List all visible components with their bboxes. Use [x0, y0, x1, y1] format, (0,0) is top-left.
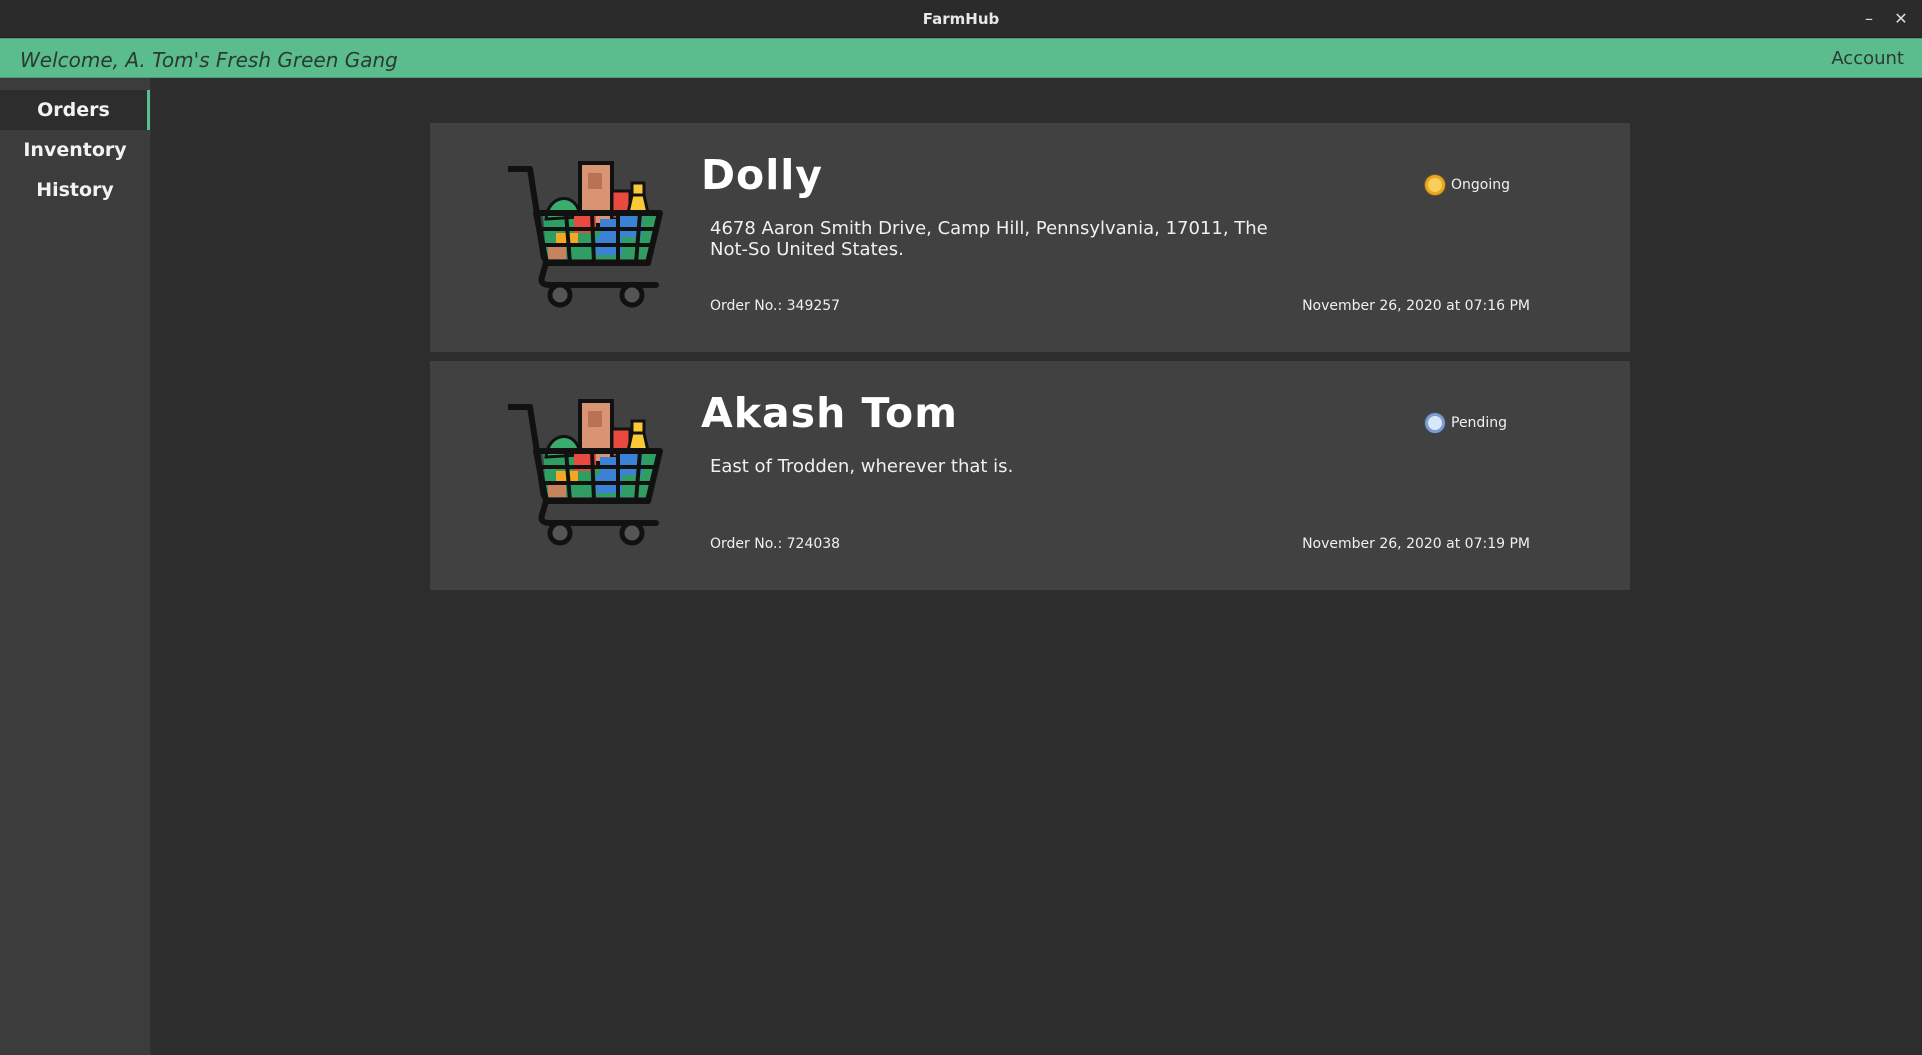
- shopping-cart-icon: [508, 399, 663, 546]
- order-card[interactable]: Dolly 4678 Aaron Smith Drive, Camp Hill,…: [430, 123, 1630, 352]
- order-number: Order No.: 349257: [710, 298, 841, 314]
- account-button[interactable]: Account: [1831, 39, 1904, 79]
- order-number: Order No.: 724038: [710, 536, 841, 552]
- welcome-message: Welcome, A. Tom's Fresh Green Gang: [20, 48, 398, 72]
- customer-name: Dolly: [701, 151, 824, 199]
- customer-name: Akash Tom: [701, 389, 958, 437]
- delivery-address: East of Trodden, wherever that is.: [710, 456, 1014, 477]
- order-date: November 26, 2020 at 07:16 PM: [1302, 298, 1530, 314]
- order-card[interactable]: Akash Tom East of Trodden, wherever that…: [430, 361, 1630, 590]
- window-titlebar: FarmHub – ✕: [0, 0, 1922, 38]
- status-indicator: Pending: [1425, 411, 1507, 435]
- sidebar-item-inventory[interactable]: Inventory: [0, 130, 150, 170]
- sidebar-item-history[interactable]: History: [0, 170, 150, 210]
- sidebar: Orders Inventory History: [0, 78, 151, 1055]
- sidebar-item-orders[interactable]: Orders: [0, 90, 150, 130]
- status-ongoing-icon: [1425, 175, 1445, 195]
- window-title: FarmHub: [922, 10, 1000, 28]
- minimize-button[interactable]: –: [1854, 0, 1884, 38]
- close-button[interactable]: ✕: [1886, 0, 1916, 38]
- status-label: Ongoing: [1451, 177, 1510, 193]
- shopping-cart-icon: [508, 161, 663, 308]
- delivery-address: 4678 Aaron Smith Drive, Camp Hill, Penns…: [710, 218, 1268, 260]
- status-indicator: Ongoing: [1425, 173, 1510, 197]
- status-pending-icon: [1425, 413, 1445, 433]
- header-bar: Welcome, A. Tom's Fresh Green Gang Accou…: [0, 38, 1922, 78]
- order-date: November 26, 2020 at 07:19 PM: [1302, 536, 1530, 552]
- status-label: Pending: [1451, 415, 1507, 431]
